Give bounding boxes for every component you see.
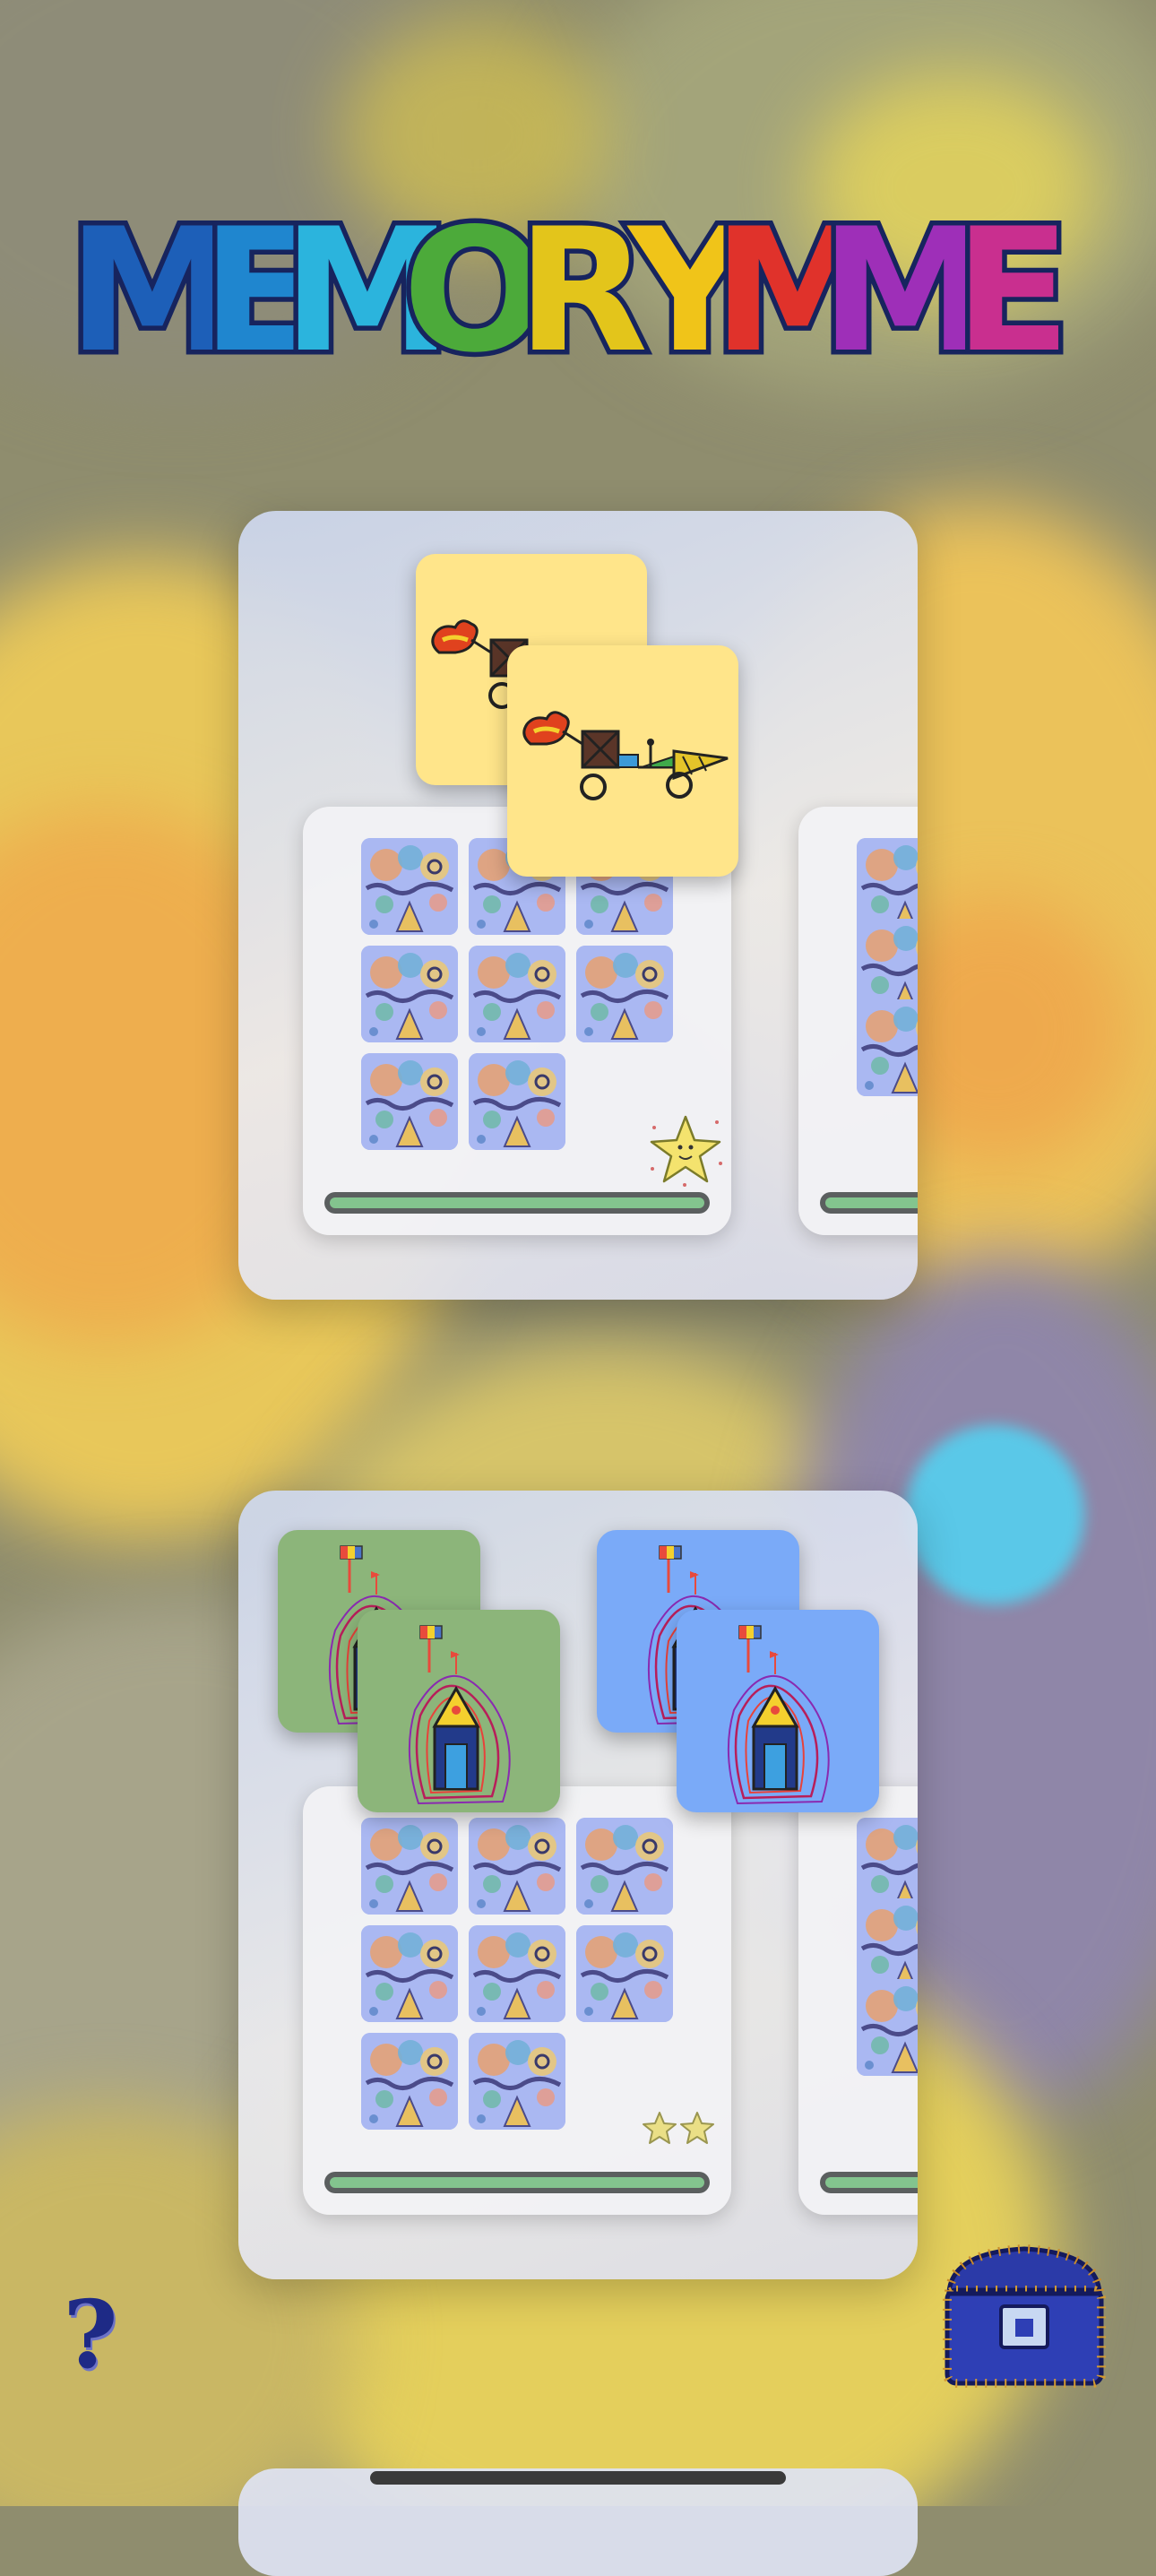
card-thumbnail (576, 1818, 673, 1915)
card-thumbnail (469, 1818, 565, 1915)
level-progress-bar (324, 2172, 710, 2193)
next-level-card-preview[interactable] (798, 807, 918, 1235)
card-thumbnail (361, 1818, 458, 1915)
card-thumbnail (361, 838, 458, 935)
house-drawing-card-blue[interactable] (677, 1610, 879, 1812)
card-thumbnail (576, 946, 673, 1042)
level-progress-bar (820, 2172, 918, 2193)
card-thumbnail (361, 946, 458, 1042)
level-progress-fill (330, 2177, 704, 2188)
question-mark-icon: ? (63, 2279, 118, 2390)
level-panel-2[interactable] (238, 1491, 918, 2279)
next-level-card-preview[interactable] (798, 1786, 918, 2215)
card-thumbnail (469, 946, 565, 1042)
card-thumbnail (857, 999, 918, 1096)
level-progress-bar (324, 1192, 710, 1214)
two-stars-icon (643, 2112, 714, 2144)
card-thumbnail (361, 1925, 458, 2022)
level-panel-1[interactable] (238, 511, 918, 1300)
cart-drawing-card[interactable] (507, 645, 738, 877)
help-button[interactable]: ? (50, 2286, 131, 2384)
level-progress-bar (820, 1192, 918, 1214)
level-progress-fill (330, 1197, 704, 1208)
card-thumbnail (469, 2033, 565, 2130)
house-drawing-card-green[interactable] (358, 1610, 560, 1812)
card-thumbnail (469, 1925, 565, 2022)
level-card-2[interactable] (303, 1786, 731, 2215)
next-level-panel[interactable] (238, 2468, 918, 2576)
home-indicator[interactable] (370, 2471, 786, 2485)
card-thumbnail (857, 1979, 918, 2076)
card-thumbnail (361, 1053, 458, 1150)
card-thumbnail (361, 2033, 458, 2130)
treasure-chest-icon[interactable] (936, 2236, 1111, 2393)
card-thumbnail (576, 1925, 673, 2022)
card-thumbnail (469, 1053, 565, 1150)
logo-letter: E (954, 192, 1071, 390)
memoryme-logo: MEMORYMME (63, 187, 1075, 395)
star-icon (650, 1115, 722, 1187)
